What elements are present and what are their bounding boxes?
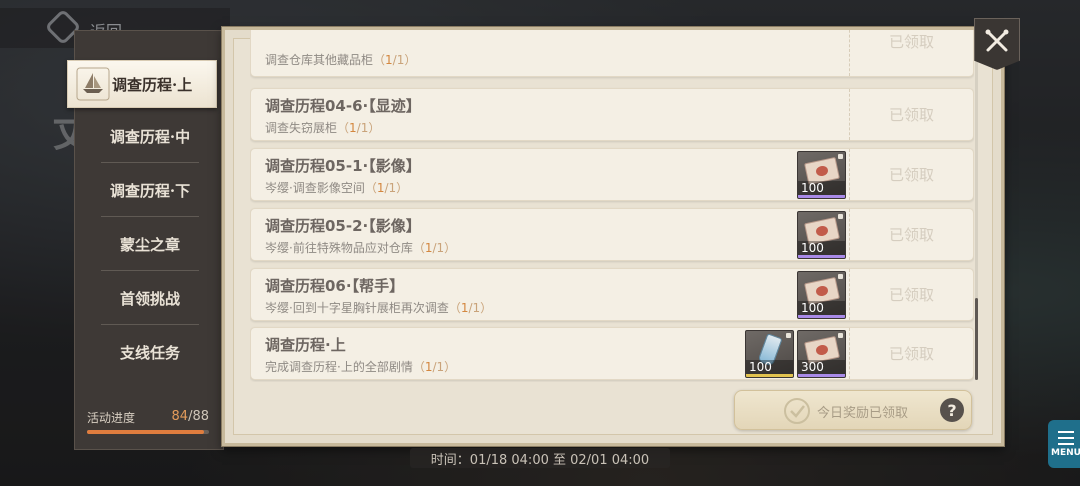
claim-status: 已领取: [849, 89, 973, 140]
tab-label: 调查历程·上: [112, 75, 193, 94]
claim-status: 已领取: [849, 328, 973, 379]
tab-label: 支线任务: [119, 343, 180, 362]
rarity-bar: [798, 195, 845, 198]
claim-status: 已领取: [849, 149, 973, 200]
rarity-bar: [798, 374, 845, 377]
rarity-corner: [786, 333, 791, 338]
quest-title: 调查历程05-1·【影像】: [265, 157, 421, 175]
scroll-thumb[interactable]: [975, 298, 978, 380]
quest-row: 调查历程06·【帮手】 岑缨·回到十字星胸针展柜再次调查（1/1） 100 已领…: [250, 268, 974, 321]
reward-count: 300: [798, 360, 845, 374]
tab-dusty-chapter[interactable]: 蒙尘之章: [75, 217, 225, 271]
reward-count: 100: [798, 241, 845, 255]
quest-title: 调查历程05-2·【影像】: [265, 217, 421, 235]
quest-desc: 岑缨·调查影像空间（1/1）: [265, 181, 409, 195]
menu-icon: [1058, 430, 1074, 445]
close-icon: [985, 29, 1009, 52]
quest-title: 调查历程04-6·【显迹】: [265, 97, 421, 115]
reward-item[interactable]: 100: [797, 271, 846, 319]
reward-item[interactable]: 100: [797, 211, 846, 259]
rarity-corner: [838, 214, 843, 219]
quest-title: 调查历程·上: [265, 336, 346, 354]
tab-investigation-part3[interactable]: 调查历程·下: [75, 163, 225, 217]
quest-row: 调查仓库其他藏品柜（1/1） 已领取: [250, 30, 974, 77]
quest-row: 调查历程05-1·【影像】 岑缨·调查影像空间（1/1） 100 已领取: [250, 148, 974, 201]
progress-current: 84: [171, 409, 189, 424]
quest-desc: 完成调查历程·上的全部剧情（1/1）: [265, 360, 457, 374]
scrollbar[interactable]: [975, 40, 978, 380]
progress-total: 88: [192, 409, 209, 424]
claim-status: 已领取: [849, 30, 973, 76]
daily-reward-label: 今日奖励已领取: [817, 406, 909, 421]
event-progress: 活动进度 84/88: [87, 409, 209, 439]
rarity-bar: [798, 255, 845, 258]
rarity-corner: [838, 274, 843, 279]
menu-label: MENU: [1051, 447, 1080, 458]
quest-desc: 调查仓库其他藏品柜（1/1）: [265, 53, 417, 67]
quest-row: 调查历程05-2·【影像】 岑缨·前往特殊物品应对仓库（1/1） 100 已领取: [250, 208, 974, 261]
progress-bar: [87, 430, 209, 434]
rarity-corner: [838, 333, 843, 338]
reward-item[interactable]: 100: [745, 330, 794, 378]
tab-side-quests[interactable]: 支线任务: [75, 325, 225, 379]
claim-status: 已领取: [849, 269, 973, 320]
quest-row: 调查历程04-6·【显迹】 调查失窃展柜（1/1） 已领取: [250, 88, 974, 141]
reward-count: 100: [798, 181, 845, 195]
tab-label: 调查历程·下: [109, 181, 191, 200]
quest-list[interactable]: 调查仓库其他藏品柜（1/1） 已领取 调查历程04-6·【显迹】 调查失窃展柜（…: [250, 30, 974, 382]
help-icon[interactable]: ?: [940, 398, 964, 422]
daily-reward-button[interactable]: 今日奖励已领取: [734, 390, 972, 430]
tab-investigation-part1[interactable]: 调查历程·上: [67, 60, 217, 108]
quest-desc: 岑缨·前往特殊物品应对仓库（1/1）: [265, 241, 457, 255]
tab-label: 首领挑战: [119, 289, 180, 308]
tab-boss-challenge[interactable]: 首领挑战: [75, 271, 225, 325]
rarity-bar: [798, 315, 845, 318]
reward-count: 100: [746, 360, 793, 374]
quest-desc: 调查失窃展柜（1/1）: [265, 121, 381, 135]
reward-item[interactable]: 300: [797, 330, 846, 378]
event-time: 时间：01/18 04:00 至 02/01 04:00: [410, 448, 670, 468]
quest-title: 调查历程06·【帮手】: [265, 277, 405, 295]
claim-status: 已领取: [849, 209, 973, 260]
quest-row: 调查历程·上 完成调查历程·上的全部剧情（1/1） 100 300 已领取: [250, 327, 974, 380]
tab-investigation-part2[interactable]: 调查历程·中: [75, 109, 225, 163]
rarity-corner: [838, 154, 843, 159]
tab-sidebar: 调查历程·上 调查历程·中 调查历程·下 蒙尘之章 首领挑战 支线任务 活动进度…: [67, 30, 225, 450]
reward-count: 100: [798, 301, 845, 315]
tab-label: 蒙尘之章: [119, 235, 180, 254]
progress-fill: [87, 430, 204, 434]
progress-count: 84/88: [172, 409, 209, 424]
boat-icon: [76, 67, 110, 101]
close-button[interactable]: [974, 18, 1020, 70]
reward-item[interactable]: 100: [797, 151, 846, 199]
tab-label: 调查历程·中: [109, 127, 191, 146]
check-circle-icon: [784, 398, 810, 424]
menu-button[interactable]: MENU: [1048, 420, 1080, 468]
rarity-bar: [746, 374, 793, 377]
progress-label: 活动进度: [87, 411, 136, 425]
quest-desc: 岑缨·回到十字星胸针展柜再次调查（1/1）: [265, 301, 493, 315]
